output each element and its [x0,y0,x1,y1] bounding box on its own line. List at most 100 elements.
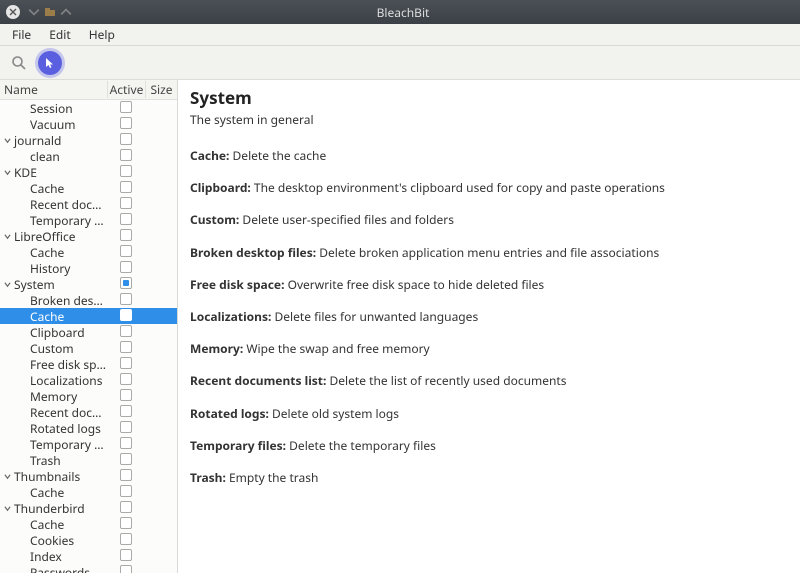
tree-row[interactable]: Cache [0,244,177,260]
expand-toggle[interactable] [2,505,12,512]
tree-row-label: Broken desktop files [12,292,107,309]
checkbox[interactable] [120,293,132,305]
checkbox[interactable] [120,501,132,513]
tree-row-label: Cache [12,516,107,533]
checkbox[interactable] [120,373,132,385]
active-cell [107,564,145,573]
definition-desc: Delete the temporary files [286,437,436,454]
tree-row[interactable]: Free disk space [0,356,177,372]
menu-help[interactable]: Help [81,24,123,45]
checkbox[interactable] [120,229,132,241]
checkbox[interactable] [120,165,132,177]
tree-row[interactable]: Localizations [0,372,177,388]
tree-row[interactable]: Custom [0,340,177,356]
checkbox[interactable] [120,549,132,561]
checkbox[interactable] [120,117,132,129]
tree-row[interactable]: Cache [0,180,177,196]
checkbox[interactable] [120,133,132,145]
expand-toggle[interactable] [2,169,12,176]
expand-toggle[interactable] [2,137,12,144]
checkbox[interactable] [120,197,132,209]
checkbox[interactable] [120,245,132,257]
checkbox[interactable] [120,421,132,433]
active-cell [107,308,145,325]
search-button[interactable] [6,50,32,76]
tree-row[interactable]: Session [0,100,177,116]
definition-term: Memory: [190,340,243,357]
tree-row[interactable]: Vacuum [0,116,177,132]
tree-row[interactable]: Index [0,548,177,564]
column-header-name[interactable]: Name [0,81,107,98]
tree-row[interactable]: journald [0,132,177,148]
tree-row[interactable]: Temporary files [0,436,177,452]
definition-term: Trash: [190,469,226,486]
column-header-size[interactable]: Size [145,81,177,98]
column-header-active[interactable]: Active [107,81,145,98]
tree-row[interactable]: Memory [0,388,177,404]
tree-row[interactable]: History [0,260,177,276]
preview-button[interactable] [38,51,62,75]
tree-row[interactable]: Rotated logs [0,420,177,436]
definition-desc: Delete broken application menu entries a… [316,244,659,261]
tree-row[interactable]: Passwords [0,564,177,573]
tree-row[interactable]: LibreOffice [0,228,177,244]
tree-row[interactable]: Thumbnails [0,468,177,484]
menu-edit[interactable]: Edit [41,24,78,45]
checkbox[interactable] [120,453,132,465]
definition-item: Recent documents list: Delete the list o… [190,373,788,389]
main-subtitle: The system in general [190,111,788,128]
active-cell [107,404,145,421]
tree-row[interactable]: System [0,276,177,292]
tree-row[interactable]: Broken desktop files [0,292,177,308]
active-cell [107,164,145,181]
checkbox[interactable] [120,485,132,497]
expand-toggle[interactable] [2,473,12,480]
definition-desc: Delete user-specified files and folders [239,211,454,228]
search-icon [11,55,27,71]
checkbox[interactable] [120,517,132,529]
checkbox[interactable] [120,325,132,337]
active-cell [107,516,145,533]
active-cell [107,276,145,293]
tree-row[interactable]: Cookies [0,532,177,548]
expand-toggle[interactable] [2,233,12,240]
checkbox[interactable] [120,149,132,161]
checkbox[interactable] [120,565,132,573]
close-icon [9,8,17,16]
checkbox[interactable] [120,261,132,273]
checkbox[interactable] [120,181,132,193]
checkbox[interactable] [120,101,132,113]
tree[interactable]: SessionVacuumjournaldcleanKDECacheRecent… [0,100,177,573]
checkbox[interactable] [120,405,132,417]
checkbox[interactable] [120,309,132,321]
tree-row[interactable]: Trash [0,452,177,468]
tree-row[interactable]: Cache [0,516,177,532]
tree-row[interactable]: Cache [0,308,177,324]
tree-row[interactable]: Clipboard [0,324,177,340]
checkbox[interactable] [120,213,132,225]
tree-row[interactable]: Thunderbird [0,500,177,516]
tree-row[interactable]: Recent documents list [0,404,177,420]
tree-row-label: Free disk space [12,356,107,373]
checkbox[interactable] [120,277,132,289]
tree-row[interactable]: Temporary files [0,212,177,228]
definition-desc: Overwrite free disk space to hide delete… [284,276,544,293]
menu-file[interactable]: File [4,24,39,45]
expand-toggle[interactable] [2,281,12,288]
definition-term: Recent documents list: [190,372,326,389]
toolbar [0,46,800,80]
checkbox[interactable] [120,389,132,401]
checkbox[interactable] [120,533,132,545]
tree-row[interactable]: Recent documents list [0,196,177,212]
window-close-button[interactable] [6,5,20,19]
sidebar: Name Active Size SessionVacuumjournaldcl… [0,80,178,573]
tree-row[interactable]: clean [0,148,177,164]
tree-row[interactable]: KDE [0,164,177,180]
checkbox[interactable] [120,469,132,481]
tree-row[interactable]: Cache [0,484,177,500]
checkbox[interactable] [120,341,132,353]
checkbox[interactable] [120,357,132,369]
definition-item: Broken desktop files: Delete broken appl… [190,245,788,261]
tree-row-label: Memory [12,388,107,405]
checkbox[interactable] [120,437,132,449]
